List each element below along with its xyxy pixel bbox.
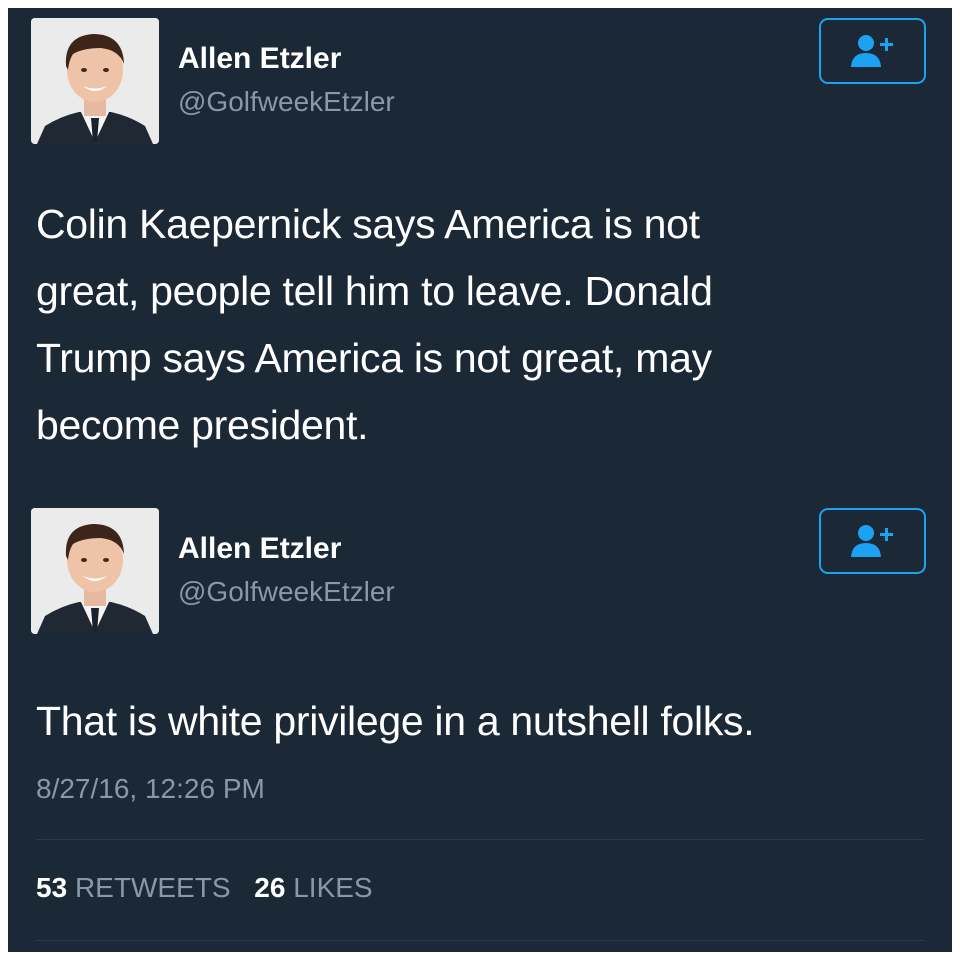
like-count[interactable]: 26 <box>254 872 285 903</box>
add-user-icon <box>850 35 893 67</box>
avatar[interactable] <box>31 18 159 144</box>
tweet-thread: Allen Etzler @GolfweekEtzler Colin Kaepe… <box>8 8 952 952</box>
follow-button[interactable] <box>819 18 926 84</box>
tweet-text: Colin Kaepernick says America is not gre… <box>36 201 713 448</box>
avatar[interactable] <box>31 508 159 634</box>
user-handle[interactable]: @GolfweekEtzler <box>178 576 395 608</box>
tweet-stats: 53 RETWEETS 26 LIKES <box>36 872 373 904</box>
divider <box>36 940 924 941</box>
retweet-count[interactable]: 53 <box>36 872 67 903</box>
follow-button[interactable] <box>819 508 926 574</box>
user-handle[interactable]: @GolfweekEtzler <box>178 86 395 118</box>
avatar-photo <box>31 18 159 144</box>
user-name[interactable]: Allen Etzler <box>178 42 341 76</box>
tweet-timestamp[interactable]: 8/27/16, 12:26 PM <box>36 773 265 805</box>
retweet-label[interactable]: RETWEETS <box>75 872 231 903</box>
avatar-photo <box>31 508 159 634</box>
divider <box>36 839 924 840</box>
user-name[interactable]: Allen Etzler <box>178 532 341 566</box>
add-user-icon <box>850 525 893 557</box>
tweet-text: That is white privilege in a nutshell fo… <box>36 698 755 744</box>
like-label[interactable]: LIKES <box>293 872 372 903</box>
